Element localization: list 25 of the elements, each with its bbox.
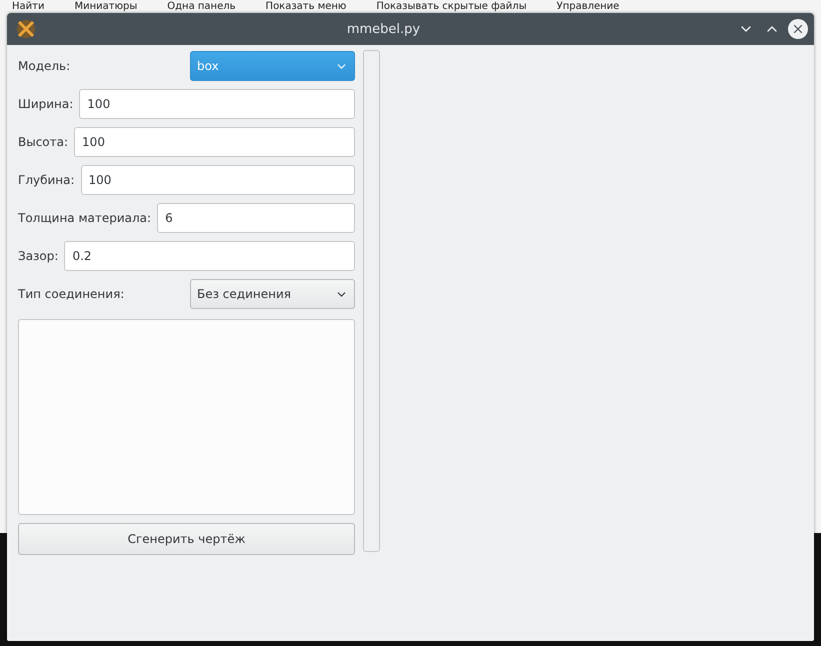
splitter-handle[interactable] [363, 50, 380, 552]
toolbar-item[interactable]: Найти [12, 0, 44, 13]
field-label: Тип соединения: [18, 287, 124, 301]
input-field[interactable]: 100 [74, 127, 355, 157]
field-label: Ширина: [18, 97, 74, 111]
field-label: Модель: [18, 59, 70, 73]
field-label: Высота: [18, 135, 68, 149]
app-logo-icon [15, 18, 37, 40]
toolbar-item[interactable]: Управление [556, 0, 620, 13]
input-field[interactable]: 100 [79, 89, 355, 119]
dropdown[interactable]: Без сединения [190, 279, 355, 309]
window-title: mmebel.py [346, 22, 422, 36]
input-field[interactable]: 0.2 [64, 241, 355, 271]
toolbar-item[interactable]: Показывать скрытые файлы [376, 0, 527, 13]
field-label: Толщина материала: [18, 211, 152, 225]
toolbar-item[interactable]: Показать меню [266, 0, 346, 13]
input-field[interactable]: 100 [80, 165, 355, 195]
close-icon [791, 22, 805, 36]
close-button[interactable] [788, 19, 808, 39]
toolbar-item[interactable]: Миниатюры [74, 0, 138, 13]
field-label: Глубина: [18, 173, 75, 187]
generate-button[interactable]: Сгенерить чертёж [18, 523, 355, 555]
input-field[interactable]: 6 [157, 203, 355, 233]
toolbar-item[interactable]: Одна панель [167, 0, 236, 13]
field-label: Зазор: [18, 249, 58, 263]
